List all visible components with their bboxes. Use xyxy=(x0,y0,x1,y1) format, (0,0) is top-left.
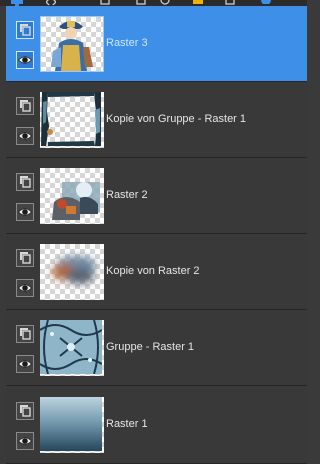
group-toggle-button[interactable] xyxy=(16,402,34,420)
toolbar-lock-icon[interactable] xyxy=(193,0,203,5)
eye-icon xyxy=(17,284,33,292)
group-icon xyxy=(20,100,31,112)
visibility-toggle-button[interactable] xyxy=(16,203,34,221)
group-toggle-button[interactable] xyxy=(16,21,34,39)
layer-row[interactable]: Raster 3 xyxy=(6,6,307,82)
layer-row[interactable]: Kopie von Raster 2 xyxy=(6,234,307,310)
thumbnail-image xyxy=(41,92,101,146)
layer-thumbnail[interactable] xyxy=(40,168,104,224)
visibility-toggle-button[interactable] xyxy=(16,432,34,450)
visibility-toggle-button[interactable] xyxy=(16,51,34,69)
group-icon xyxy=(20,328,31,340)
layer-name[interactable]: Raster 2 xyxy=(106,189,148,201)
group-toggle-button[interactable] xyxy=(16,249,34,267)
layer-thumbnail[interactable] xyxy=(40,92,104,148)
group-toggle-button[interactable] xyxy=(16,173,34,191)
layer-thumbnail[interactable] xyxy=(40,320,104,376)
layer-name[interactable]: Kopie von Raster 2 xyxy=(106,265,200,277)
layer-row[interactable]: Raster 1 xyxy=(6,387,307,464)
eye-icon xyxy=(17,56,33,64)
layer-name[interactable]: Raster 3 xyxy=(106,37,148,49)
layer-name[interactable]: Raster 1 xyxy=(106,418,148,430)
group-toggle-button[interactable] xyxy=(16,97,34,115)
group-icon xyxy=(20,24,31,36)
toolbar-diamond-icon[interactable] xyxy=(46,0,56,5)
thumbnail-image xyxy=(40,397,102,451)
layer-thumbnail[interactable] xyxy=(40,244,104,300)
visibility-toggle-button[interactable] xyxy=(16,127,34,145)
layer-thumbnail[interactable] xyxy=(40,397,104,453)
visibility-toggle-button[interactable] xyxy=(16,355,34,373)
visibility-toggle-button[interactable] xyxy=(16,279,34,297)
eye-icon xyxy=(17,132,33,140)
layer-row[interactable]: Raster 2 xyxy=(6,158,307,234)
thumbnail-image xyxy=(51,21,93,71)
layer-thumbnail[interactable] xyxy=(40,16,104,72)
toolbar-trash-icon[interactable] xyxy=(225,0,235,5)
layers-panel: Raster 3 Kopie von Gruppe - Raster 1 Ras… xyxy=(6,6,307,464)
thumbnail-image xyxy=(52,182,100,220)
toolbar-stack-icon[interactable] xyxy=(136,0,146,5)
thumbnail-image xyxy=(52,256,96,284)
layer-name[interactable]: Gruppe - Raster 1 xyxy=(106,341,194,353)
layer-row[interactable]: Kopie von Gruppe - Raster 1 xyxy=(6,82,307,158)
group-icon xyxy=(20,405,31,417)
toolbar-help-icon[interactable] xyxy=(260,0,272,4)
eye-icon xyxy=(17,437,33,445)
eye-icon xyxy=(17,360,33,368)
toolbar-square-icon[interactable] xyxy=(100,0,110,5)
row-divider xyxy=(6,385,307,386)
group-toggle-button[interactable] xyxy=(16,325,34,343)
eye-icon xyxy=(17,208,33,216)
group-icon xyxy=(20,252,31,264)
group-icon xyxy=(20,176,31,188)
thumbnail-image xyxy=(40,320,103,375)
toolbar-refresh-icon[interactable] xyxy=(160,0,170,5)
layer-row[interactable]: Gruppe - Raster 1 xyxy=(6,310,307,386)
layer-name[interactable]: Kopie von Gruppe - Raster 1 xyxy=(106,113,246,125)
